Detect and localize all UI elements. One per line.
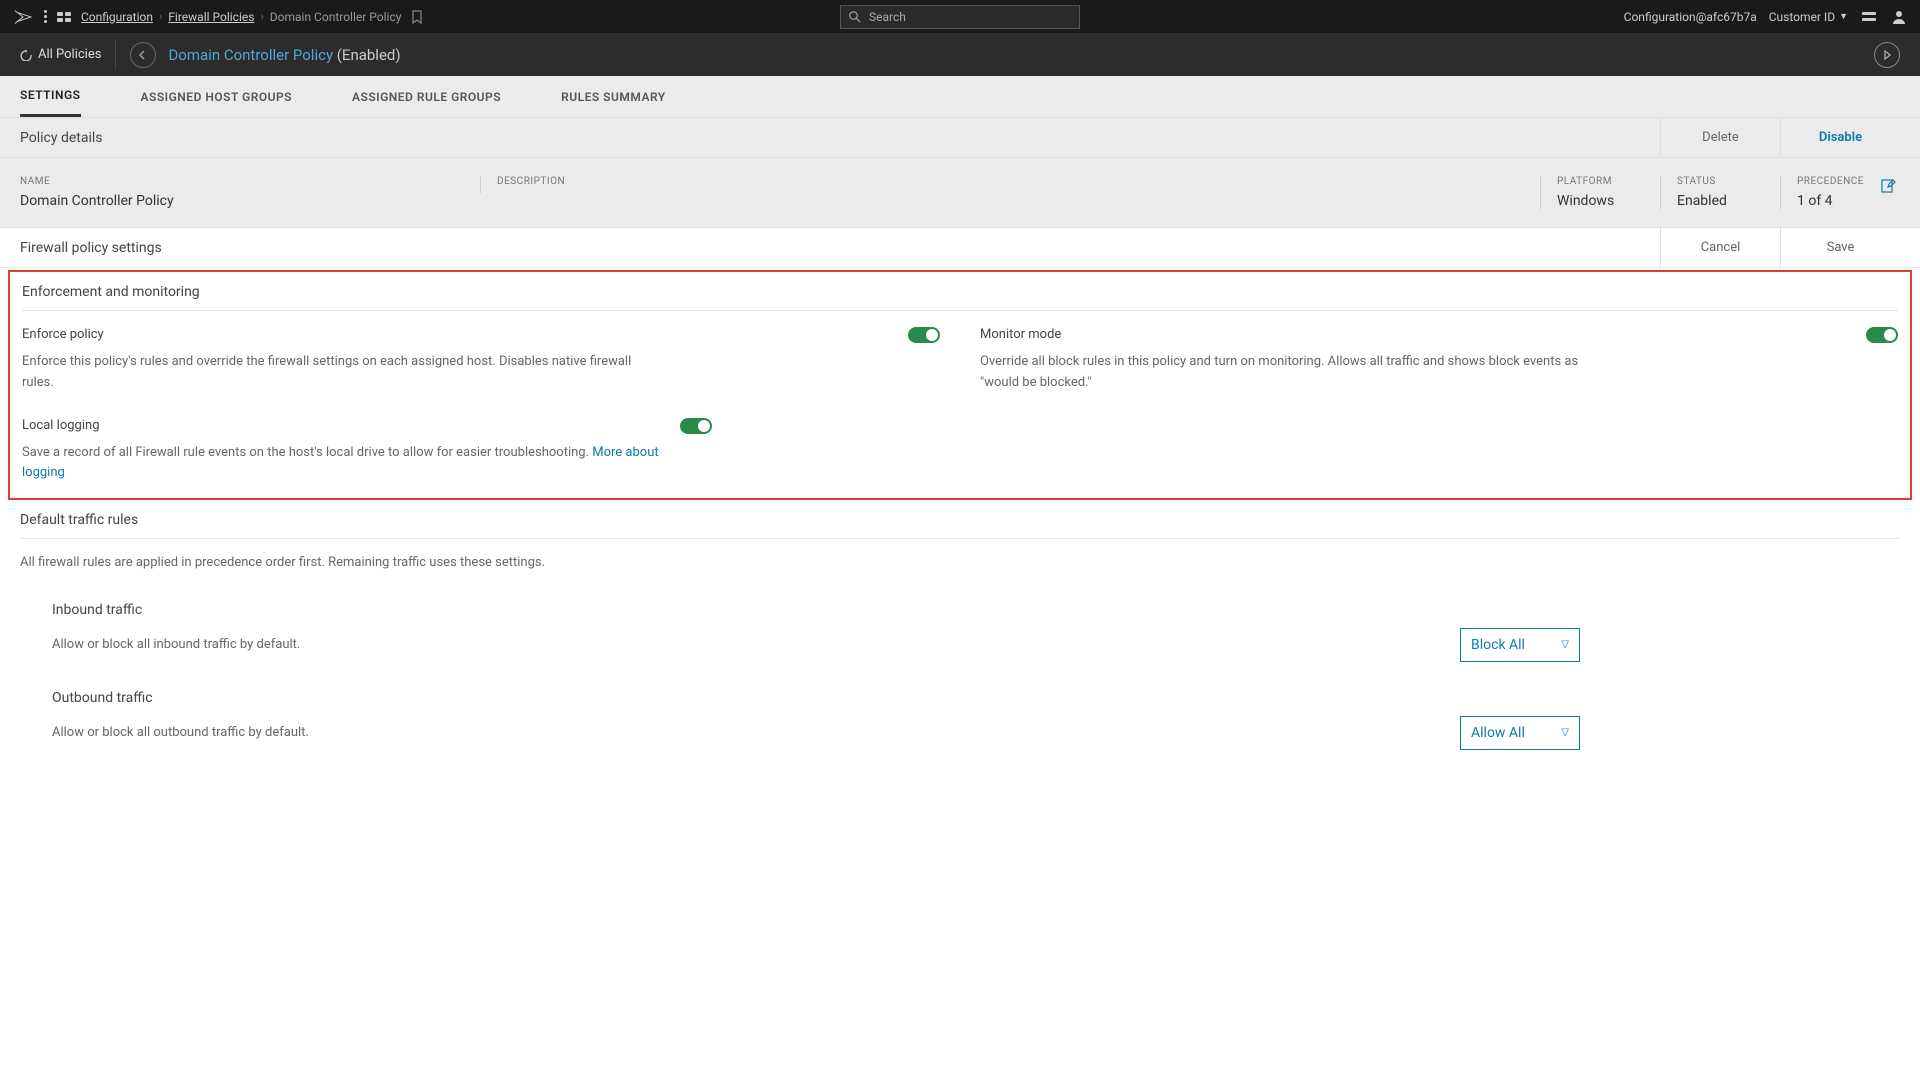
monitor-mode-toggle[interactable]: [1866, 327, 1898, 343]
inbound-traffic-select[interactable]: Block All ▽: [1460, 628, 1580, 662]
disable-button[interactable]: Disable: [1780, 118, 1900, 158]
enforcement-row: Enforce policy Enforce this policy's rul…: [22, 327, 1898, 394]
customer-id-dropdown[interactable]: Customer ID ▼: [1769, 10, 1848, 24]
firewall-settings-header: Firewall policy settings Cancel Save: [0, 228, 1920, 268]
divider: [115, 41, 116, 69]
chevron-down-icon: ▼: [1839, 11, 1848, 22]
config-account-label: Configuration@afc67b7a: [1624, 10, 1757, 24]
customer-id-label: Customer ID: [1769, 10, 1835, 24]
next-policy-button[interactable]: [1874, 42, 1900, 68]
bookmark-icon[interactable]: [411, 10, 423, 24]
topbar-left: Configuration › Firewall Policies › Doma…: [12, 8, 423, 26]
policy-details-title: Policy details: [20, 130, 1660, 146]
chevron-down-icon: ▽: [1561, 727, 1569, 738]
search-placeholder: Search: [869, 10, 906, 24]
outbound-traffic-title: Outbound traffic: [52, 690, 1900, 706]
enforce-policy-description: Enforce this policy's rules and override…: [22, 352, 662, 394]
inbound-traffic-block: Inbound traffic Allow or block all inbou…: [20, 602, 1900, 662]
platform-label: PLATFORM: [1557, 176, 1630, 187]
outbound-traffic-block: Outbound traffic Allow or block all outb…: [20, 690, 1900, 750]
tab-settings[interactable]: SETTINGS: [20, 76, 81, 117]
user-profile-icon[interactable]: [1890, 8, 1908, 26]
search-container: Search: [840, 5, 1080, 29]
inbound-traffic-title: Inbound traffic: [52, 602, 1900, 618]
enforce-policy-label: Enforce policy: [22, 327, 940, 342]
policy-details-body: NAME Domain Controller Policy DESCRIPTIO…: [0, 158, 1920, 228]
enforce-policy-setting: Enforce policy Enforce this policy's rul…: [22, 327, 940, 394]
policy-name: Domain Controller Policy: [168, 46, 333, 64]
breadcrumb-current: Domain Controller Policy: [270, 10, 402, 24]
all-policies-label: All Policies: [38, 47, 101, 62]
description-label: DESCRIPTION: [497, 176, 910, 187]
edit-details-icon[interactable]: [1880, 178, 1896, 194]
notifications-icon[interactable]: [1860, 8, 1878, 26]
status-label: STATUS: [1677, 176, 1750, 187]
field-name: NAME Domain Controller Policy: [20, 176, 480, 209]
default-traffic-section: Default traffic rules All firewall rules…: [0, 500, 1920, 790]
monitor-mode-label: Monitor mode: [980, 327, 1898, 342]
tab-assigned-rule-groups[interactable]: ASSIGNED RULE GROUPS: [352, 76, 501, 117]
name-value: Domain Controller Policy: [20, 193, 450, 209]
local-logging-toggle[interactable]: [680, 418, 712, 434]
policy-header-bar: All Policies Domain Controller Policy (E…: [0, 33, 1920, 76]
local-logging-setting: Local logging Save a record of all Firew…: [22, 418, 712, 485]
default-traffic-description: All firewall rules are applied in preced…: [20, 553, 660, 574]
field-status: STATUS Enabled: [1660, 176, 1780, 209]
local-logging-label: Local logging: [22, 418, 712, 433]
local-logging-description: Save a record of all Firewall rule event…: [22, 443, 662, 485]
tab-rules-summary[interactable]: RULES SUMMARY: [561, 76, 666, 117]
policy-tabs: SETTINGS ASSIGNED HOST GROUPS ASSIGNED R…: [0, 76, 1920, 118]
back-arrow-icon: [20, 49, 32, 61]
all-policies-link[interactable]: All Policies: [20, 47, 101, 62]
status-value: Enabled: [1677, 193, 1750, 209]
delete-button[interactable]: Delete: [1660, 118, 1780, 158]
save-button[interactable]: Save: [1780, 228, 1900, 268]
policy-title: Domain Controller Policy (Enabled): [168, 46, 400, 64]
enforcement-section-highlighted: Enforcement and monitoring Enforce polic…: [8, 270, 1912, 500]
cancel-button[interactable]: Cancel: [1660, 228, 1780, 268]
tab-assigned-host-groups[interactable]: ASSIGNED HOST GROUPS: [141, 76, 292, 117]
outbound-traffic-select[interactable]: Allow All ▽: [1460, 716, 1580, 750]
breadcrumb-configuration[interactable]: Configuration: [81, 10, 153, 24]
breadcrumb-separator: ›: [260, 10, 263, 23]
breadcrumb-separator: ›: [159, 10, 162, 23]
firewall-settings-title: Firewall policy settings: [20, 240, 1660, 256]
policy-status-suffix: (Enabled): [337, 46, 401, 64]
outbound-traffic-value: Allow All: [1471, 725, 1525, 741]
inbound-traffic-row: Allow or block all inbound traffic by de…: [52, 628, 1900, 662]
default-traffic-title: Default traffic rules: [20, 500, 1900, 539]
breadcrumb: Configuration › Firewall Policies › Doma…: [81, 10, 423, 24]
platform-value: Windows: [1557, 193, 1630, 209]
app-grid-icon[interactable]: [57, 12, 71, 22]
breadcrumb-firewall-policies[interactable]: Firewall Policies: [168, 10, 254, 24]
enforce-policy-toggle[interactable]: [908, 327, 940, 343]
previous-policy-button[interactable]: [130, 42, 156, 68]
outbound-traffic-row: Allow or block all outbound traffic by d…: [52, 716, 1900, 750]
menu-dots-icon[interactable]: [44, 10, 47, 23]
inbound-traffic-description: Allow or block all inbound traffic by de…: [52, 637, 1460, 652]
search-input[interactable]: Search: [840, 5, 1080, 29]
monitor-mode-setting: Monitor mode Override all block rules in…: [980, 327, 1898, 394]
top-navigation-bar: Configuration › Firewall Policies › Doma…: [0, 0, 1920, 33]
enforcement-section-title: Enforcement and monitoring: [22, 272, 1898, 311]
chevron-down-icon: ▽: [1561, 639, 1569, 650]
name-label: NAME: [20, 176, 450, 187]
local-logging-desc-text: Save a record of all Firewall rule event…: [22, 445, 592, 460]
field-platform: PLATFORM Windows: [1540, 176, 1660, 209]
precedence-value: 1 of 4: [1797, 193, 1870, 209]
inbound-traffic-value: Block All: [1471, 637, 1525, 653]
topbar-right: Configuration@afc67b7a Customer ID ▼: [1624, 8, 1908, 26]
falcon-logo-icon[interactable]: [12, 8, 34, 26]
precedence-label: PRECEDENCE: [1797, 176, 1870, 187]
policy-details-header: Policy details Delete Disable: [0, 118, 1920, 158]
outbound-traffic-description: Allow or block all outbound traffic by d…: [52, 725, 1460, 740]
search-icon: [849, 11, 861, 23]
field-description: DESCRIPTION: [480, 176, 940, 193]
monitor-mode-description: Override all block rules in this policy …: [980, 352, 1620, 394]
